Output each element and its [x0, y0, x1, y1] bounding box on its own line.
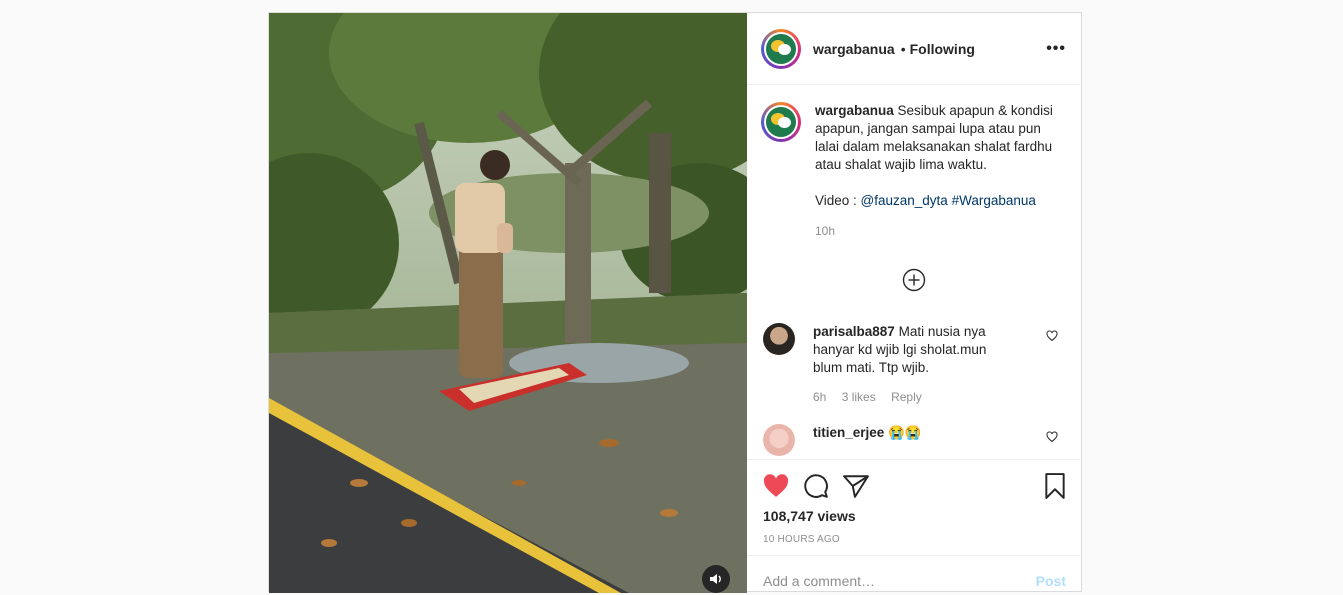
like-heart-icon[interactable]	[763, 474, 789, 498]
comment-item: parisalba887 Mati nusia nya hanyar kd wj…	[761, 323, 1066, 406]
caption-avatar[interactable]	[761, 102, 801, 142]
comment-likes[interactable]: 3 likes	[842, 390, 876, 404]
share-send-icon[interactable]	[843, 474, 869, 498]
video-frame	[269, 13, 747, 593]
post-comment-button[interactable]: Post	[1036, 573, 1066, 589]
post-card: wargabanua • Following ••• wargabanua Se…	[268, 12, 1082, 593]
wargabanua-logo-icon	[766, 33, 796, 64]
wargabanua-logo-icon	[766, 107, 796, 137]
commenter-avatar[interactable]	[763, 424, 795, 456]
post-time-ago[interactable]: 10 HOURS AGO	[763, 534, 1066, 545]
view-count[interactable]: 108,747 views	[763, 508, 1066, 524]
caption-mention-link[interactable]: @fauzan_dyta	[861, 193, 948, 208]
following-button[interactable]: Following	[910, 41, 975, 57]
save-bookmark-icon[interactable]	[1044, 473, 1066, 499]
load-more-comments-button[interactable]	[761, 268, 1066, 292]
add-comment-form: Post	[747, 555, 1082, 595]
comments-section[interactable]: wargabanua Sesibuk apapun & kondisi apap…	[747, 86, 1082, 458]
comment-username[interactable]: parisalba887	[813, 324, 895, 339]
comment-time[interactable]: 6h	[813, 390, 826, 404]
comment-bubble-icon[interactable]	[803, 473, 829, 499]
comment-text: 😭😭	[888, 425, 922, 440]
author-username[interactable]: wargabanua	[813, 41, 895, 57]
commenter-avatar[interactable]	[763, 323, 795, 355]
plus-circle-icon	[902, 268, 925, 292]
sound-toggle-button[interactable]	[702, 565, 730, 593]
post-actions: 108,747 views 10 HOURS AGO	[747, 459, 1082, 545]
post-caption: wargabanua Sesibuk apapun & kondisi apap…	[761, 102, 1066, 240]
post-header: wargabanua • Following •••	[747, 13, 1082, 85]
comment-input[interactable]	[763, 572, 1036, 589]
header-separator: •	[900, 40, 906, 57]
caption-hashtag-link[interactable]: #Wargabanua	[952, 193, 1036, 208]
author-avatar[interactable]	[761, 28, 801, 69]
comment-item: titien_erjee 😭😭	[761, 424, 1066, 456]
more-options-icon[interactable]: •••	[1046, 40, 1066, 58]
comment-like-heart-icon[interactable]	[1046, 430, 1058, 448]
caption-credit-prefix: Video :	[815, 193, 861, 208]
comment-reply-button[interactable]: Reply	[891, 390, 922, 404]
comment-like-heart-icon[interactable]	[1046, 329, 1058, 347]
caption-username[interactable]: wargabanua	[815, 103, 894, 118]
caption-timestamp[interactable]: 10h	[815, 222, 1065, 240]
post-side-panel: wargabanua • Following ••• wargabanua Se…	[747, 13, 1082, 593]
post-video[interactable]	[269, 13, 747, 593]
comment-username[interactable]: titien_erjee	[813, 425, 884, 440]
